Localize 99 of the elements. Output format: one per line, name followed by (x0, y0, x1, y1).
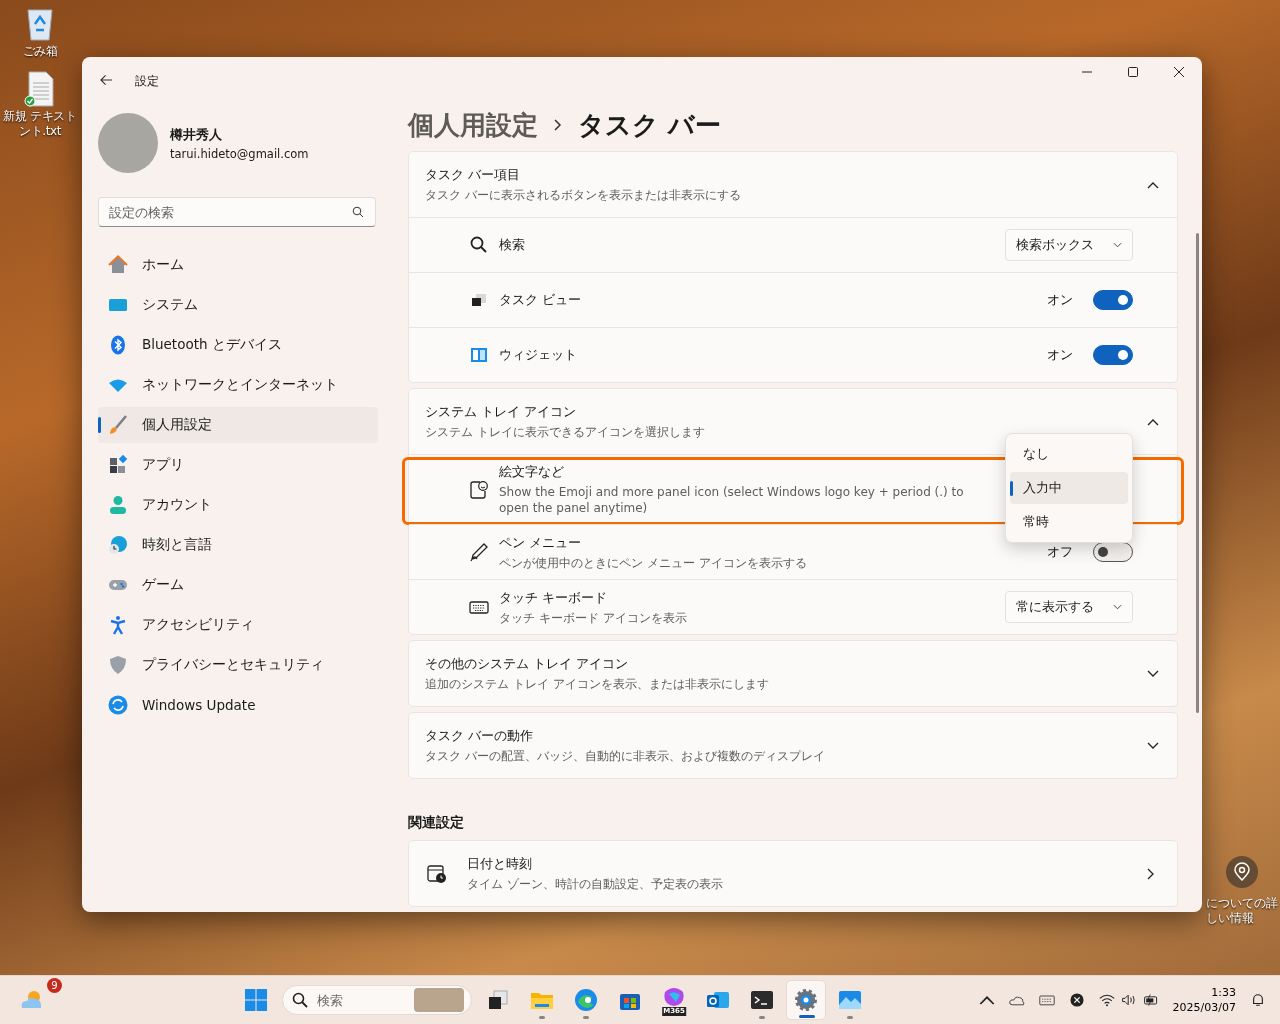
nav-item[interactable]: ネットワークとインターネット (98, 367, 378, 403)
section-subtitle: タスク バーの配置、バッジ、自動的に非表示、および複数のディスプレイ (425, 747, 826, 765)
breadcrumb-chevron-icon (554, 119, 562, 131)
section-header[interactable]: その他のシステム トレイ アイコン 追加のシステム トレイ アイコンを表示、または非表示にします (409, 641, 1177, 706)
task-view-icon (486, 988, 510, 1012)
dropdown-option[interactable]: 入力中 (1010, 472, 1128, 504)
breadcrumb-parent-link[interactable]: 個人用設定 (408, 107, 538, 143)
desktop-icon-label[interactable]: ごみ箱 (22, 44, 58, 59)
related-setting-link[interactable]: 日付と時刻 タイム ゾーン、時計の自動設定、予定表の表示 (408, 840, 1178, 907)
search-field[interactable]: 設定の検索 (98, 197, 376, 227)
section-header[interactable]: タスク バーの動作 タスク バーの配置、バッジ、自動的に非表示、および複数のディスプレイ (409, 713, 1177, 778)
nav-item[interactable]: アクセシビリティ (98, 607, 378, 643)
page-title: タスク バー (578, 108, 722, 142)
photo-icon (838, 988, 862, 1012)
nav-item[interactable]: ホーム (98, 247, 378, 283)
search-highlight-picture (414, 988, 464, 1012)
nav-item[interactable]: システム (98, 287, 378, 323)
toggle-state-label: オフ (1047, 543, 1073, 561)
keyboard-icon[interactable] (1038, 993, 1055, 1007)
setting-label: タスク ビュー (499, 291, 583, 309)
section-subtitle: システム トレイに表示できるアイコンを選択します (425, 423, 706, 441)
apps-icon (108, 455, 128, 475)
text-document-icon[interactable] (24, 71, 56, 107)
battery-icon[interactable] (1142, 993, 1159, 1007)
shield-icon (108, 655, 128, 675)
wifi-icon[interactable] (1098, 993, 1115, 1007)
notification-badge: 9 (47, 978, 62, 993)
setting-label: 検索 (499, 236, 526, 254)
emoji-icon (469, 479, 489, 500)
back-arrow-icon[interactable] (100, 74, 113, 86)
person-icon (108, 495, 128, 515)
bell-icon[interactable] (1250, 993, 1266, 1007)
dropdown-option[interactable]: なし (1010, 438, 1128, 470)
dropdown[interactable]: 常に表示する (1005, 591, 1133, 623)
section-heading: 関連設定 (408, 814, 465, 832)
section-subtitle: タスク バーに表示されるボタンを表示または非表示にする (425, 186, 742, 204)
wallpaper-info-link[interactable]: についての詳 しい情報 (1206, 896, 1278, 926)
account-email: tarui.hideto@gmail.com (170, 146, 309, 161)
section-title: その他のシステム トレイ アイコン (425, 654, 630, 673)
toggle-switch[interactable] (1093, 542, 1133, 562)
setting-label: 絵文字など (499, 463, 565, 481)
nav-item[interactable]: 個人用設定 (98, 407, 378, 443)
gear-icon (794, 988, 818, 1012)
setting-description: タッチ キーボード アイコンを表示 (499, 609, 688, 626)
setting-description: ペンが使用中のときにペン メニュー アイコンを表示する (499, 554, 808, 571)
pen-icon (469, 542, 489, 562)
nav-item[interactable]: プライバシーとセキュリティ (98, 647, 378, 683)
browser-icon (574, 988, 598, 1012)
search-icon (469, 235, 489, 255)
toggle-state-label: オン (1047, 291, 1073, 309)
location-pin-icon[interactable] (1226, 856, 1258, 888)
dropdown[interactable]: 検索ボックス (1005, 229, 1133, 261)
brush-icon (108, 415, 128, 435)
setting-label: ペン メニュー (499, 533, 583, 552)
section-subtitle: 追加のシステム トレイ アイコンを表示、または非表示にします (425, 675, 770, 693)
taskbar-app-button[interactable] (786, 980, 826, 1020)
nav-item[interactable]: 時刻と言語 (98, 527, 378, 563)
toggle-state-label: オン (1047, 346, 1073, 364)
nav-item[interactable]: アプリ (98, 447, 378, 483)
setting-label: タッチ キーボード (499, 588, 609, 607)
taskbar-clock[interactable]: 1:33 2025/03/07 (1172, 985, 1236, 1015)
section-title: システム トレイ アイコン (425, 402, 578, 421)
setting-label: ウィジェット (499, 346, 578, 364)
cloud-icon[interactable] (1008, 993, 1025, 1007)
search-icon (292, 992, 308, 1008)
toggle-switch[interactable] (1093, 345, 1133, 365)
recycle-bin-icon[interactable] (24, 6, 56, 42)
globe-clock-icon (108, 535, 128, 555)
search-icon[interactable] (352, 206, 364, 218)
clock-date: 2025/03/07 (1172, 1000, 1236, 1015)
terminal-icon (750, 988, 774, 1012)
account-name: 樽井秀人 (170, 125, 223, 144)
close-circle-icon[interactable] (1068, 993, 1085, 1007)
bluetooth-icon (108, 335, 128, 355)
nav-item[interactable]: Bluetooth とデバイス (98, 327, 378, 363)
home-icon (108, 255, 128, 275)
scrollbar-thumb[interactable] (1196, 233, 1199, 713)
nav-item[interactable]: ゲーム (98, 567, 378, 603)
nav-item[interactable]: アカウント (98, 487, 378, 523)
volume-icon[interactable] (1120, 993, 1137, 1007)
maximize-icon[interactable] (1128, 67, 1138, 77)
windows-logo-icon (244, 988, 268, 1012)
setting-description: Show the Emoji and more panel icon (select Windows logo key + period (.) to open the panel anytime) (499, 484, 965, 516)
accessibility-icon (108, 615, 128, 635)
close-icon[interactable] (1174, 67, 1184, 77)
clock-time: 1:33 (1211, 985, 1236, 1000)
section-header[interactable]: タスク バー項目 タスク バーに表示されるボタンを表示または非表示にする (409, 152, 1177, 217)
toggle-switch[interactable] (1093, 290, 1133, 310)
window-title: 設定 (135, 73, 159, 90)
widgets-icon (469, 345, 489, 365)
section-title: タスク バー項目 (425, 165, 522, 184)
dropdown-option[interactable]: 常時 (1010, 506, 1128, 538)
desktop-icon-label[interactable]: 新規 テキスト ント.txt (3, 109, 77, 139)
nav-item[interactable]: Windows Update (98, 687, 378, 723)
calendar-clock-icon (427, 863, 447, 884)
refresh-icon (108, 695, 128, 715)
chevron-down-icon (1113, 242, 1122, 248)
section-title: タスク バーの動作 (425, 726, 535, 745)
chevron-down-icon (1113, 604, 1122, 610)
